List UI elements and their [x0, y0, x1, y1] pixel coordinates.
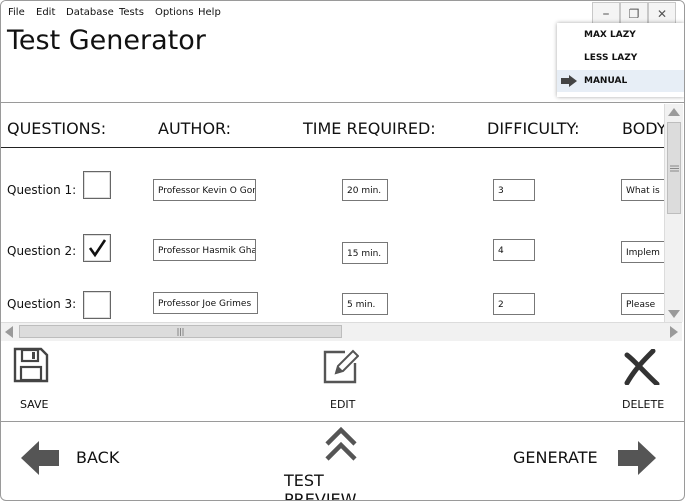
restore-icon: ❐ [628, 7, 640, 21]
author-field[interactable]: Professor Joe Grimes [153, 292, 258, 314]
toolbar-divider [1, 421, 684, 422]
body-field[interactable]: Implem [621, 241, 664, 263]
generate-label: GENERATE [513, 448, 598, 467]
time-field[interactable]: 20 min. [342, 179, 388, 201]
scroll-right-icon[interactable] [670, 326, 678, 338]
mode-item-max-lazy[interactable]: MAX LAZY [557, 24, 684, 46]
column-header-body: BODY [622, 119, 664, 138]
scroll-up-icon[interactable] [668, 108, 680, 116]
menu-help[interactable]: Help [198, 7, 221, 18]
difficulty-field[interactable]: 4 [493, 239, 535, 261]
test-preview-button[interactable]: TEST PREVIEW [281, 425, 401, 500]
edit-label: EDIT [330, 398, 356, 411]
back-arrow-icon [21, 441, 59, 475]
row-label: Question 2: [7, 244, 77, 258]
time-field[interactable]: 5 min. [342, 293, 388, 315]
question-1-checkbox[interactable] [83, 171, 111, 199]
mode-menu: MAX LAZY LESS LAZY MANUAL [557, 23, 684, 97]
body-field[interactable]: Please [621, 293, 664, 315]
question-3-checkbox[interactable] [83, 291, 111, 319]
menu-options[interactable]: Options [155, 7, 194, 18]
vertical-scrollbar[interactable] [664, 104, 683, 322]
save-button[interactable]: SAVE [11, 345, 61, 413]
column-header-time-required: TIME REQUIRED: [303, 119, 436, 138]
floppy-disk-icon [13, 347, 49, 383]
app-title: Test Generator [7, 25, 206, 56]
test-preview-label: TEST PREVIEW [284, 471, 357, 501]
menu-file[interactable]: File [8, 7, 25, 18]
body-field[interactable]: What is [621, 179, 664, 201]
title-divider [1, 102, 684, 103]
header-divider [1, 147, 664, 148]
back-button[interactable]: BACK [21, 439, 131, 479]
mode-item-manual[interactable]: MANUAL [557, 70, 684, 92]
row-label: Question 3: [7, 297, 77, 311]
column-header-difficulty: DIFFICULTY: [487, 119, 580, 138]
difficulty-field[interactable]: 3 [493, 179, 535, 201]
double-chevron-up-icon [325, 426, 357, 461]
menu-bar: File Edit Database Tests Options Help – … [1, 1, 684, 26]
vertical-scroll-thumb[interactable] [667, 122, 681, 214]
generate-button[interactable]: GENERATE [512, 439, 662, 479]
author-field[interactable]: Professor Hasmik Gha [153, 239, 256, 261]
menu-database[interactable]: Database [66, 7, 114, 18]
forward-arrow-icon [618, 441, 656, 475]
minimize-icon: – [602, 6, 610, 22]
horizontal-scrollbar[interactable] [1, 322, 682, 341]
delete-button[interactable]: DELETE [619, 345, 669, 413]
row-label: Question 1: [7, 183, 77, 197]
grip-icon [177, 328, 184, 336]
app-window: File Edit Database Tests Options Help – … [0, 0, 685, 501]
scroll-down-icon[interactable] [668, 310, 680, 318]
edit-pencil-icon [323, 349, 359, 384]
selected-arrow-icon [561, 75, 577, 87]
column-header-author: AUTHOR: [158, 119, 232, 138]
grip-icon [670, 165, 679, 172]
menu-edit[interactable]: Edit [36, 7, 55, 18]
edit-button[interactable]: EDIT [319, 345, 369, 413]
time-field[interactable]: 15 min. [342, 242, 388, 264]
delete-x-icon [624, 349, 660, 385]
author-field[interactable]: Professor Kevin O Gor [153, 179, 256, 201]
mode-item-less-lazy[interactable]: LESS LAZY [557, 47, 684, 69]
delete-label: DELETE [622, 398, 665, 411]
column-header-questions: QUESTIONS: [7, 119, 107, 138]
back-label: BACK [76, 448, 120, 467]
menu-tests[interactable]: Tests [119, 7, 144, 18]
difficulty-field[interactable]: 2 [493, 293, 535, 315]
checkmark-icon [88, 239, 107, 258]
save-label: SAVE [20, 398, 49, 411]
question-2-checkbox[interactable] [83, 234, 111, 262]
close-icon: ✕ [656, 7, 668, 21]
horizontal-scroll-thumb[interactable] [19, 325, 342, 338]
scroll-left-icon[interactable] [5, 326, 13, 338]
